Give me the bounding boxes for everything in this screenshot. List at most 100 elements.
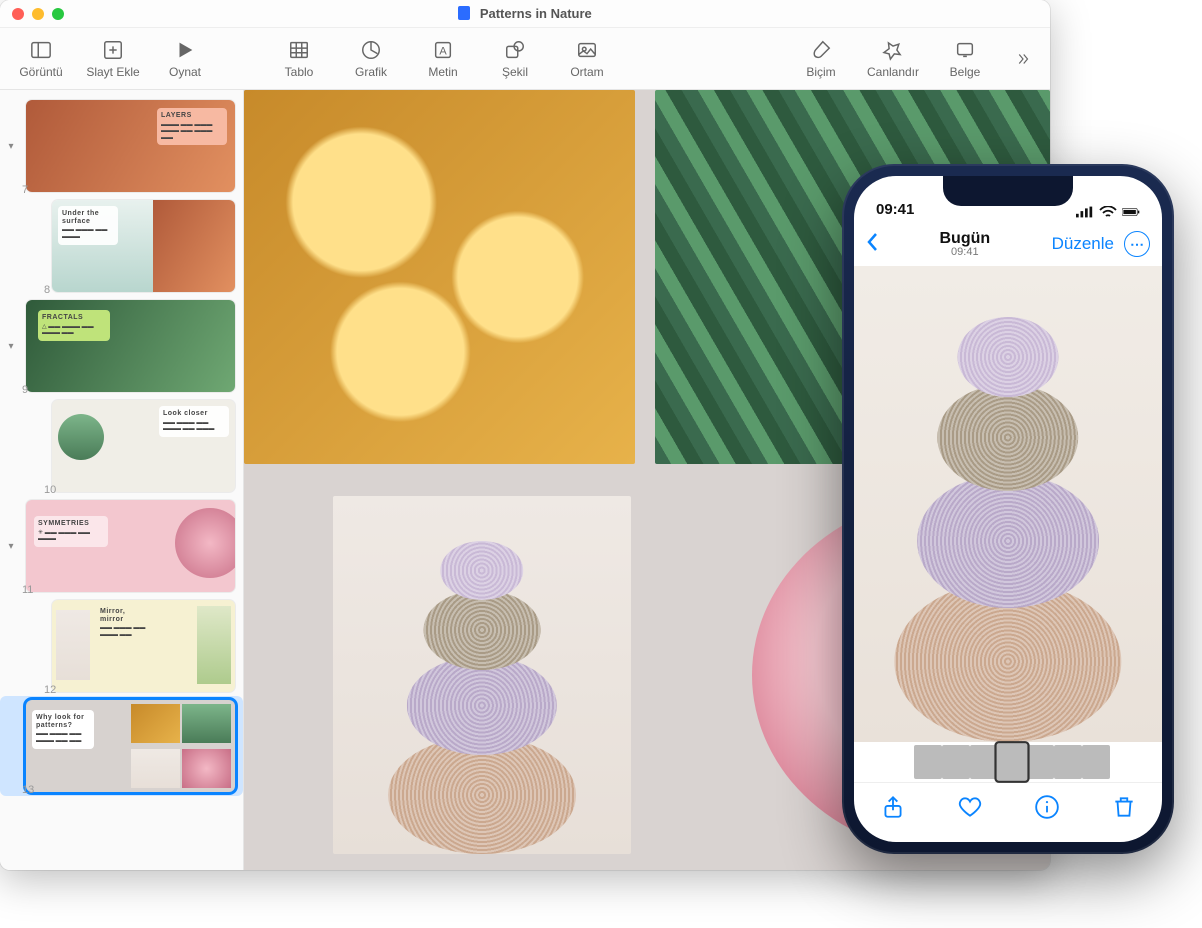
filmstrip-thumb[interactable] — [970, 745, 998, 779]
image-honeycomb[interactable] — [244, 90, 635, 464]
document-button[interactable]: Belge — [938, 39, 992, 79]
table-button[interactable]: Tablo — [272, 39, 326, 79]
thumbnail: Under the surface▬▬ ▬▬▬ ▬▬ ▬▬▬ — [52, 200, 235, 292]
photos-nav: Bugün 09:41 Düzenle ⋯ — [854, 222, 1162, 266]
slide-list: ▾ LAYERS▬▬▬ ▬▬ ▬▬▬ ▬▬▬ ▬▬ ▬▬▬ ▬▬ 7 Under… — [0, 90, 243, 808]
sidebar-icon — [30, 39, 52, 61]
slide-thumb-8[interactable]: Under the surface▬▬ ▬▬▬ ▬▬ ▬▬▬ 8 — [0, 196, 243, 296]
media-icon — [576, 39, 598, 61]
filmstrip-thumb[interactable] — [914, 745, 942, 779]
slide-number: 10 — [44, 484, 56, 496]
thumbnail: FRACTALS△ ▬▬ ▬▬▬ ▬▬ ▬▬▬ ▬▬ — [26, 300, 235, 392]
info-icon — [1034, 794, 1060, 820]
iphone-device: 09:41 Bugün 09:41 Düzenle ⋯ — [842, 164, 1174, 854]
photo-viewer[interactable] — [854, 266, 1162, 742]
text-button[interactable]: A Metin — [416, 39, 470, 79]
chevron-left-icon — [866, 232, 878, 252]
slide-thumb-12[interactable]: Mirror, mirror▬▬ ▬▬▬ ▬▬ ▬▬▬ ▬▬ 12 — [0, 596, 243, 696]
filmstrip-thumb-selected[interactable] — [997, 743, 1028, 780]
share-button[interactable] — [880, 794, 906, 825]
shape-label: Şekil — [502, 65, 528, 79]
thumbnail: LAYERS▬▬▬ ▬▬ ▬▬▬ ▬▬▬ ▬▬ ▬▬▬ ▬▬ — [26, 100, 235, 192]
plus-square-icon — [102, 39, 124, 61]
filmstrip-thumb[interactable] — [1054, 745, 1082, 779]
filmstrip-thumb[interactable] — [1082, 745, 1110, 779]
document-button-icon — [954, 39, 976, 61]
thumbnail: SYMMETRIES✳ ▬▬ ▬▬▬ ▬▬ ▬▬▬ — [26, 500, 235, 592]
share-icon — [880, 794, 906, 820]
animate-label: Canlandır — [867, 65, 919, 79]
slide-thumb-10[interactable]: Look closer▬▬ ▬▬▬ ▬▬ ▬▬▬ ▬▬ ▬▬▬ 10 — [0, 396, 243, 496]
toolbar: Görüntü Slayt Ekle Oynat Tablo Grafik A … — [0, 28, 1050, 90]
slide-navigator[interactable]: ▾ LAYERS▬▬▬ ▬▬ ▬▬▬ ▬▬▬ ▬▬ ▬▬▬ ▬▬ 7 Under… — [0, 90, 244, 870]
ellipsis-icon: ⋯ — [1130, 236, 1144, 253]
thumb-title: Mirror, mirror — [100, 608, 150, 623]
animate-button[interactable]: Canlandır — [866, 39, 920, 79]
heart-icon — [957, 794, 983, 820]
trash-icon — [1111, 794, 1137, 820]
table-label: Tablo — [285, 65, 314, 79]
cellular-icon — [1076, 206, 1094, 218]
battery-icon — [1122, 206, 1140, 218]
chevrons-right-icon — [1014, 50, 1032, 68]
disclosure-icon[interactable]: ▾ — [4, 141, 18, 152]
close-icon[interactable] — [12, 8, 24, 20]
thumb-title: FRACTALS — [42, 314, 106, 322]
document-label: Belge — [950, 65, 981, 79]
text-label: Metin — [428, 65, 457, 79]
chart-button[interactable]: Grafik — [344, 39, 398, 79]
text-icon: A — [432, 39, 454, 61]
minimize-icon[interactable] — [32, 8, 44, 20]
svg-text:A: A — [439, 45, 447, 57]
format-label: Biçim — [806, 65, 835, 79]
play-icon — [174, 39, 196, 61]
thumb-title: Look closer — [163, 410, 225, 418]
chart-label: Grafik — [355, 65, 387, 79]
animate-icon — [882, 39, 904, 61]
thumb-title: SYMMETRIES — [38, 520, 104, 528]
filmstrip-thumb[interactable] — [1026, 745, 1054, 779]
view-label: Görüntü — [19, 65, 62, 79]
edit-button[interactable]: Düzenle — [1052, 234, 1114, 254]
slide-thumb-9[interactable]: ▾ FRACTALS△ ▬▬ ▬▬▬ ▬▬ ▬▬▬ ▬▬ 9 — [0, 296, 243, 396]
more-button[interactable]: ⋯ — [1124, 231, 1150, 257]
play-button[interactable]: Oynat — [158, 39, 212, 79]
thumbnail: Why look for patterns?▬▬ ▬▬▬ ▬▬ ▬▬▬ ▬▬ ▬… — [26, 700, 235, 792]
slide-thumb-13[interactable]: ▾ Why look for patterns?▬▬ ▬▬▬ ▬▬ ▬▬▬ ▬▬… — [0, 696, 243, 796]
slide-thumb-11[interactable]: ▾ SYMMETRIES✳ ▬▬ ▬▬▬ ▬▬ ▬▬▬ 11 — [0, 496, 243, 596]
disclosure-icon[interactable]: ▾ — [4, 341, 18, 352]
filmstrip-thumb[interactable] — [942, 745, 970, 779]
thumb-title: Why look for patterns? — [36, 714, 90, 729]
wifi-icon — [1099, 206, 1117, 218]
photos-toolbar — [854, 782, 1162, 836]
chart-icon — [360, 39, 382, 61]
traffic-lights — [12, 8, 64, 20]
titlebar: Patterns in Nature — [0, 0, 1050, 28]
photo-filmstrip[interactable] — [854, 742, 1162, 782]
disclosure-icon[interactable]: ▾ — [4, 541, 18, 552]
iphone-screen: 09:41 Bugün 09:41 Düzenle ⋯ — [854, 176, 1162, 842]
thumbnail: Look closer▬▬ ▬▬▬ ▬▬ ▬▬▬ ▬▬ ▬▬▬ — [52, 400, 235, 492]
overflow-button[interactable] — [1010, 50, 1036, 68]
slide-number: 8 — [44, 284, 50, 296]
table-icon — [288, 39, 310, 61]
view-button[interactable]: Görüntü — [14, 39, 68, 79]
slide-thumb-7[interactable]: ▾ LAYERS▬▬▬ ▬▬ ▬▬▬ ▬▬▬ ▬▬ ▬▬▬ ▬▬ 7 — [0, 96, 243, 196]
thumb-title: LAYERS — [161, 112, 223, 120]
media-button[interactable]: Ortam — [560, 39, 614, 79]
status-time: 09:41 — [876, 201, 914, 218]
image-urchins[interactable] — [333, 496, 631, 855]
add-slide-button[interactable]: Slayt Ekle — [86, 39, 140, 79]
info-button[interactable] — [1034, 794, 1060, 825]
format-button[interactable]: Biçim — [794, 39, 848, 79]
window-title-text: Patterns in Nature — [480, 6, 592, 21]
back-button[interactable] — [866, 232, 878, 257]
favorite-button[interactable] — [957, 794, 983, 825]
thumbnail: Mirror, mirror▬▬ ▬▬▬ ▬▬ ▬▬▬ ▬▬ — [52, 600, 235, 692]
nav-subtitle: 09:41 — [878, 246, 1052, 258]
slide-number: 11 — [22, 584, 33, 596]
slide-number: 9 — [22, 384, 28, 396]
shape-button[interactable]: Şekil — [488, 39, 542, 79]
delete-button[interactable] — [1111, 794, 1137, 825]
zoom-icon[interactable] — [52, 8, 64, 20]
